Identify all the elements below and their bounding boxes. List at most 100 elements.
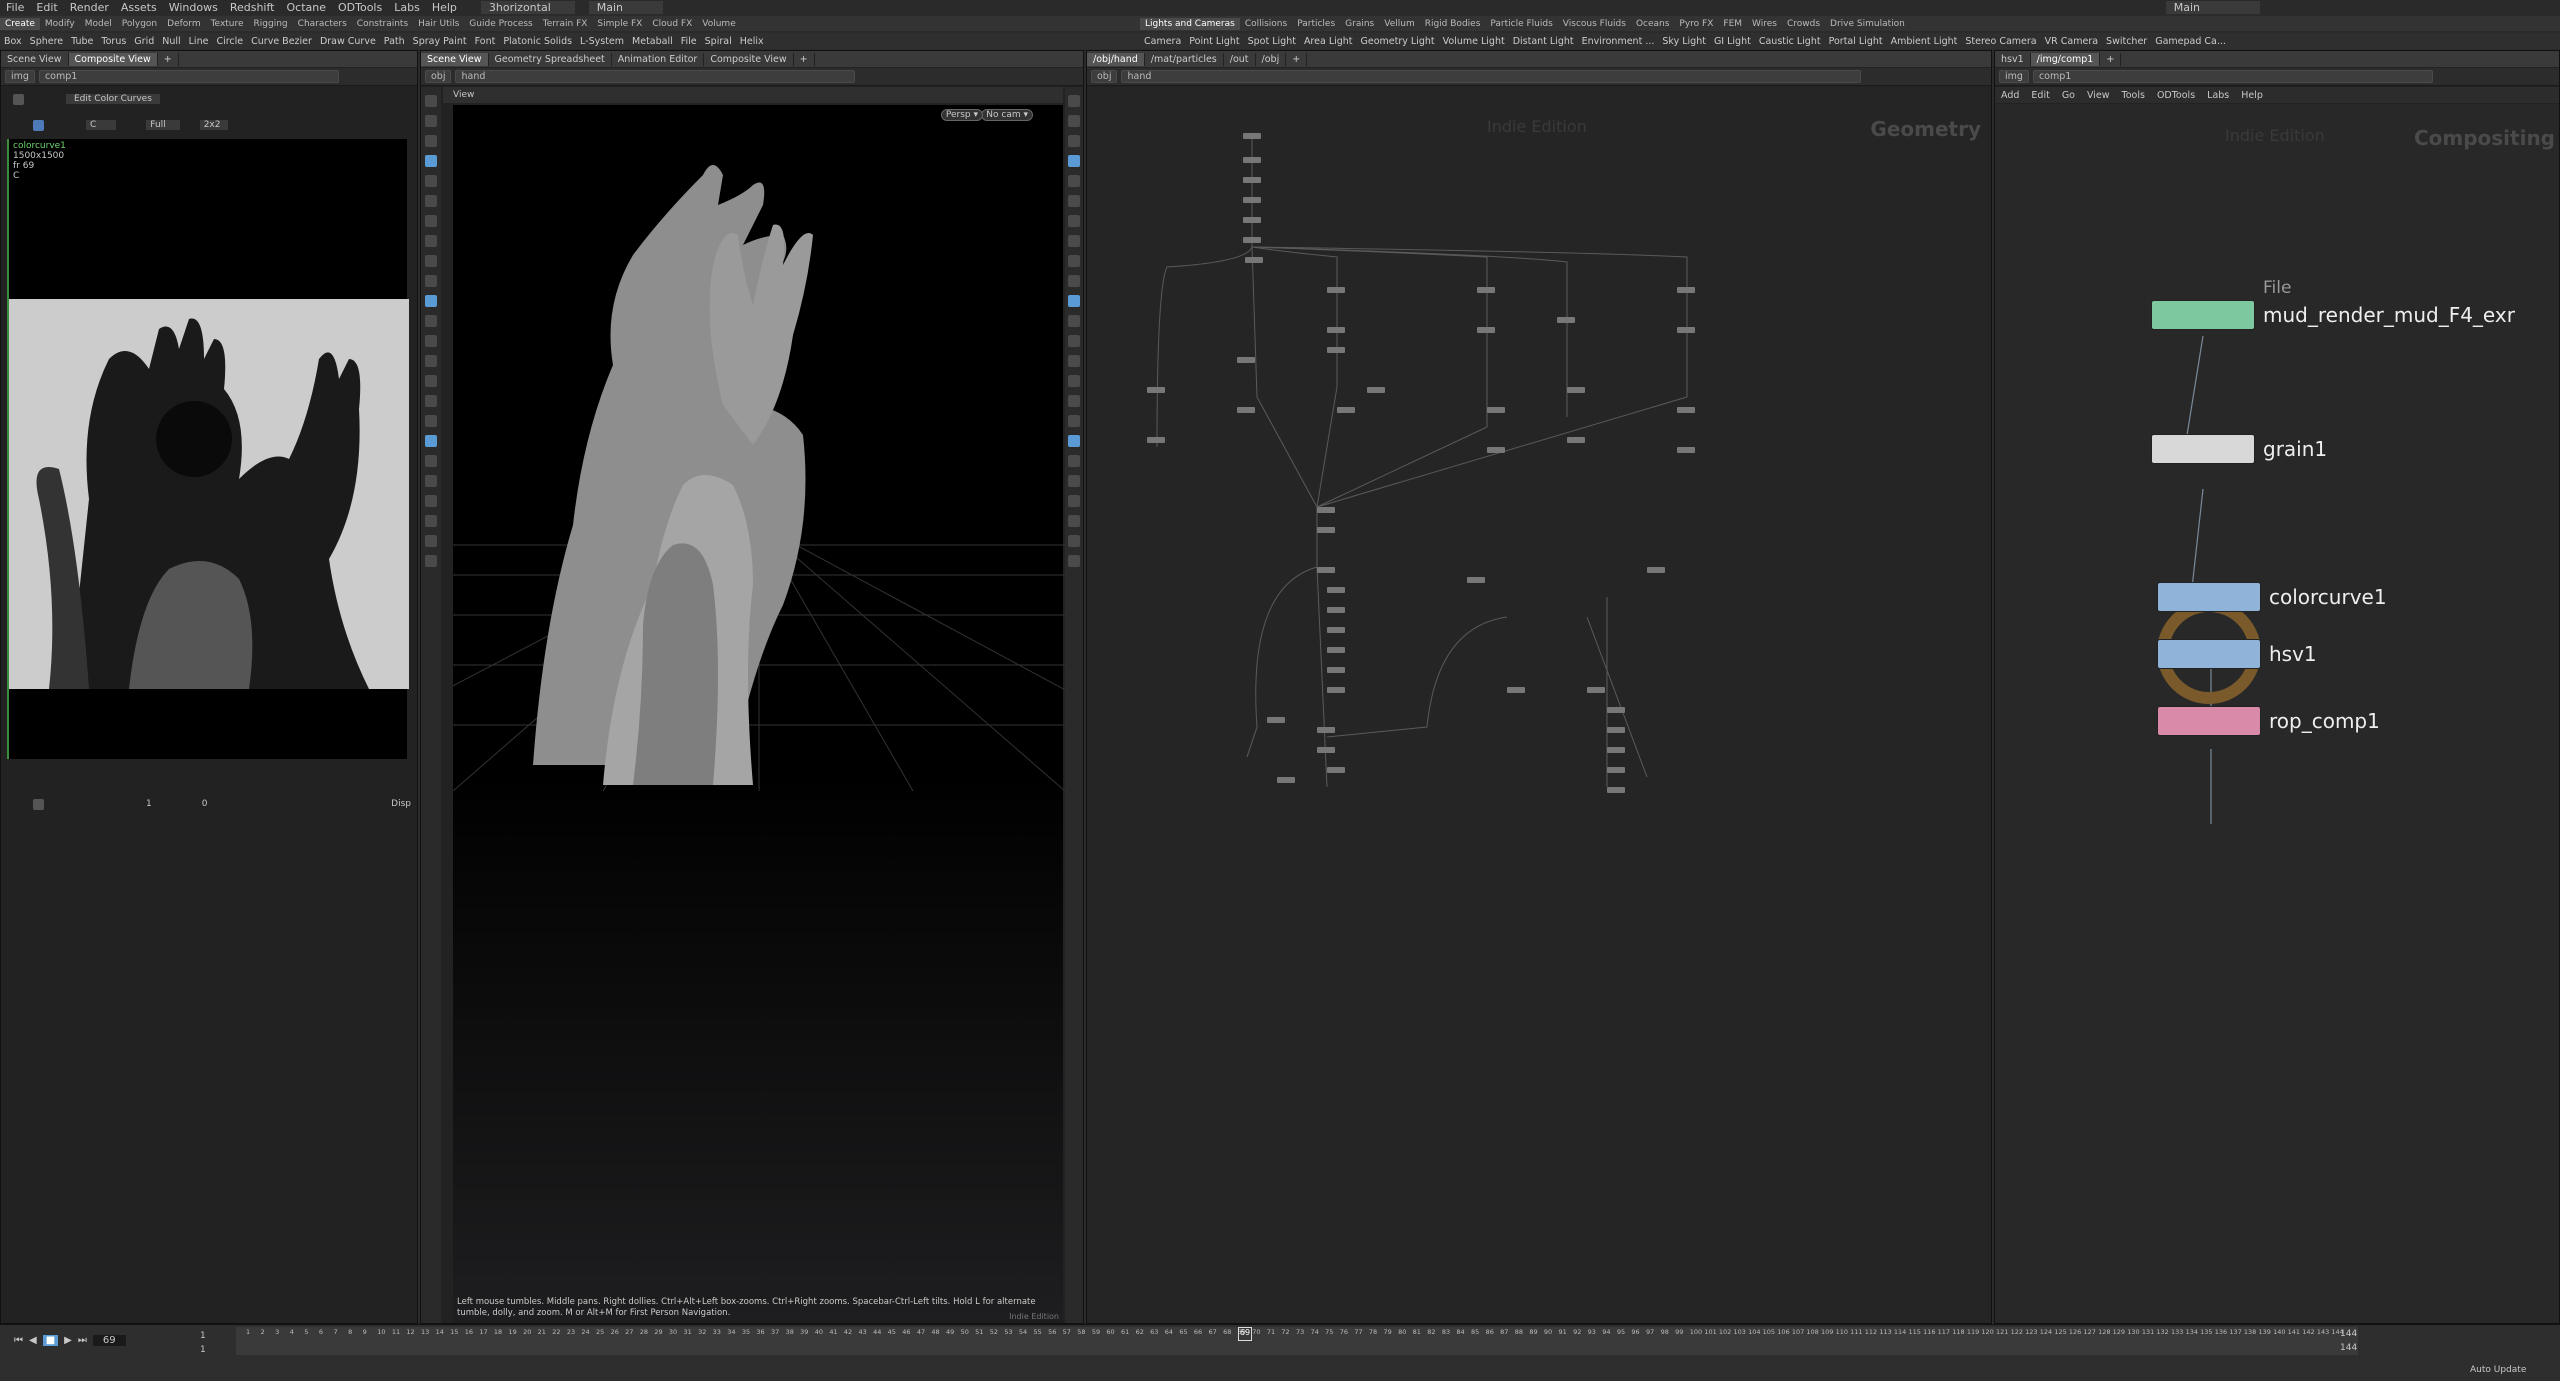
- geo-node[interactable]: [1317, 567, 1335, 573]
- geo-node[interactable]: [1467, 577, 1485, 583]
- shelf-tool-sky-light[interactable]: Sky Light: [1658, 36, 1710, 47]
- shelf-tool-spray-paint[interactable]: Spray Paint: [409, 36, 471, 47]
- viewport-tool-icon[interactable]: [425, 115, 437, 127]
- path-comp1[interactable]: comp1: [2032, 70, 2433, 83]
- geo-node[interactable]: [1327, 607, 1345, 613]
- end-frame-2[interactable]: 144: [2340, 1343, 2357, 1353]
- channel-icon[interactable]: [33, 119, 44, 131]
- viewport-tool-icon[interactable]: [425, 515, 437, 527]
- bottom-value[interactable]: 0: [202, 799, 208, 809]
- pin-icon[interactable]: [13, 93, 24, 105]
- shelf-tab-guide-process[interactable]: Guide Process: [464, 18, 537, 30]
- path-img[interactable]: img: [1999, 70, 2029, 83]
- add-tab-icon[interactable]: +: [158, 52, 179, 66]
- add-tab-icon[interactable]: +: [2100, 52, 2122, 66]
- viewport-tool-icon[interactable]: [1068, 355, 1080, 367]
- viewport-tool-icon[interactable]: [1068, 255, 1080, 267]
- play-icon[interactable]: ▶: [64, 1335, 72, 1346]
- net-menu-labs[interactable]: Labs: [2201, 90, 2235, 101]
- shelf-tab-polygon[interactable]: Polygon: [117, 18, 162, 30]
- start-frame-2[interactable]: 1: [200, 1345, 206, 1355]
- viewport-tool-icon[interactable]: [1068, 475, 1080, 487]
- shelf-tool-geometry-light[interactable]: Geometry Light: [1357, 36, 1439, 47]
- viewport-tool-icon[interactable]: [1068, 395, 1080, 407]
- viewport-tool-icon[interactable]: [425, 155, 437, 167]
- tab-img-comp1[interactable]: /img/comp1: [2030, 52, 2101, 66]
- shelf-tab-oceans[interactable]: Oceans: [1631, 18, 1674, 30]
- viewport-tool-icon[interactable]: [425, 175, 437, 187]
- geo-node[interactable]: [1587, 687, 1605, 693]
- persp-select[interactable]: Persp ▾: [940, 109, 983, 121]
- menu-octane[interactable]: Octane: [280, 1, 332, 14]
- shelf-tab-wires[interactable]: Wires: [1747, 18, 1782, 30]
- tab-animation-editor[interactable]: Animation Editor: [612, 52, 705, 66]
- shelf-tab-rigging[interactable]: Rigging: [249, 18, 293, 30]
- geo-node[interactable]: [1237, 357, 1255, 363]
- geo-node[interactable]: [1607, 747, 1625, 753]
- geo-node[interactable]: [1327, 687, 1345, 693]
- comp-node-mud-render-mud-f4-exr[interactable]: mud_render_mud_F4_exr File: [2151, 278, 2515, 330]
- shelf-tool-area-light[interactable]: Area Light: [1300, 36, 1357, 47]
- stop-icon[interactable]: ■: [42, 1335, 59, 1346]
- viewport-tool-icon[interactable]: [425, 435, 437, 447]
- shelf-tool-spot-light[interactable]: Spot Light: [1244, 36, 1300, 47]
- viewport-tool-icon[interactable]: [425, 135, 437, 147]
- auto-update-toggle[interactable]: Auto Update: [2470, 1365, 2526, 1375]
- shelf-tool-spiral[interactable]: Spiral: [701, 36, 736, 47]
- geo-node[interactable]: [1677, 407, 1695, 413]
- geo-node[interactable]: [1243, 217, 1261, 223]
- geo-node[interactable]: [1147, 387, 1165, 393]
- shelf-tab-lights-and-cameras[interactable]: Lights and Cameras: [1140, 17, 1240, 30]
- tab-composite-view[interactable]: Composite View: [704, 52, 794, 66]
- geo-node[interactable]: [1237, 407, 1255, 413]
- geo-node[interactable]: [1277, 777, 1295, 783]
- shelf-tool-platonic-solids[interactable]: Platonic Solids: [499, 36, 576, 47]
- viewport-tool-icon[interactable]: [1068, 115, 1080, 127]
- shelf-tool-draw-curve[interactable]: Draw Curve: [316, 36, 380, 47]
- viewport-tool-icon[interactable]: [1068, 415, 1080, 427]
- viewport-tool-icon[interactable]: [1068, 295, 1080, 307]
- net-menu-go[interactable]: Go: [2056, 90, 2081, 101]
- shelf-tool-caustic-light[interactable]: Caustic Light: [1755, 36, 1825, 47]
- viewport-tool-icon[interactable]: [425, 495, 437, 507]
- tab-composite-view[interactable]: Composite View: [68, 52, 158, 66]
- shelf-tool-null[interactable]: Null: [158, 36, 184, 47]
- shelf-tab-modify[interactable]: Modify: [40, 18, 80, 30]
- geo-node[interactable]: [1677, 447, 1695, 453]
- geo-node[interactable]: [1327, 327, 1345, 333]
- viewport-tool-icon[interactable]: [425, 535, 437, 547]
- viewport-tool-icon[interactable]: [1068, 495, 1080, 507]
- menu-redshift[interactable]: Redshift: [224, 1, 281, 14]
- path-obj[interactable]: obj: [425, 70, 452, 83]
- path-img[interactable]: img: [5, 70, 35, 83]
- shelf-tool-gamepad-ca-[interactable]: Gamepad Ca...: [2151, 36, 2230, 47]
- net-menu-tools[interactable]: Tools: [2116, 90, 2151, 101]
- right-context-selector[interactable]: Main: [2165, 0, 2260, 14]
- viewport-tool-icon[interactable]: [1068, 375, 1080, 387]
- viewport-tool-icon[interactable]: [425, 375, 437, 387]
- geo-node[interactable]: [1477, 287, 1495, 293]
- geo-node[interactable]: [1647, 567, 1665, 573]
- path-hand[interactable]: hand: [455, 70, 856, 83]
- viewport-tool-icon[interactable]: [425, 255, 437, 267]
- tab-scene-view[interactable]: Scene View: [1, 52, 69, 66]
- tab-scene-view[interactable]: Scene View: [421, 52, 489, 66]
- context-selector[interactable]: Main: [588, 0, 664, 14]
- shelf-tab-drive-simulation[interactable]: Drive Simulation: [1825, 18, 1910, 30]
- node-tile[interactable]: [2157, 639, 2261, 669]
- geo-node[interactable]: [1367, 387, 1385, 393]
- tab-out[interactable]: /out: [1224, 52, 1256, 66]
- shelf-tool-line[interactable]: Line: [185, 36, 213, 47]
- viewport-tool-icon[interactable]: [425, 195, 437, 207]
- menu-assets[interactable]: Assets: [115, 1, 163, 14]
- geo-node[interactable]: [1327, 347, 1345, 353]
- geo-node[interactable]: [1243, 197, 1261, 203]
- viewport-tool-icon[interactable]: [1068, 135, 1080, 147]
- viewport-tool-icon[interactable]: [425, 415, 437, 427]
- shelf-tool-box[interactable]: Box: [0, 36, 26, 47]
- shelf-tab-model[interactable]: Model: [80, 18, 117, 30]
- jump-start-icon[interactable]: ⏮: [14, 1335, 23, 1346]
- camera-select[interactable]: No cam ▾: [981, 109, 1033, 121]
- viewport-tool-icon[interactable]: [1068, 215, 1080, 227]
- shelf-tab-viscous-fluids[interactable]: Viscous Fluids: [1558, 18, 1631, 30]
